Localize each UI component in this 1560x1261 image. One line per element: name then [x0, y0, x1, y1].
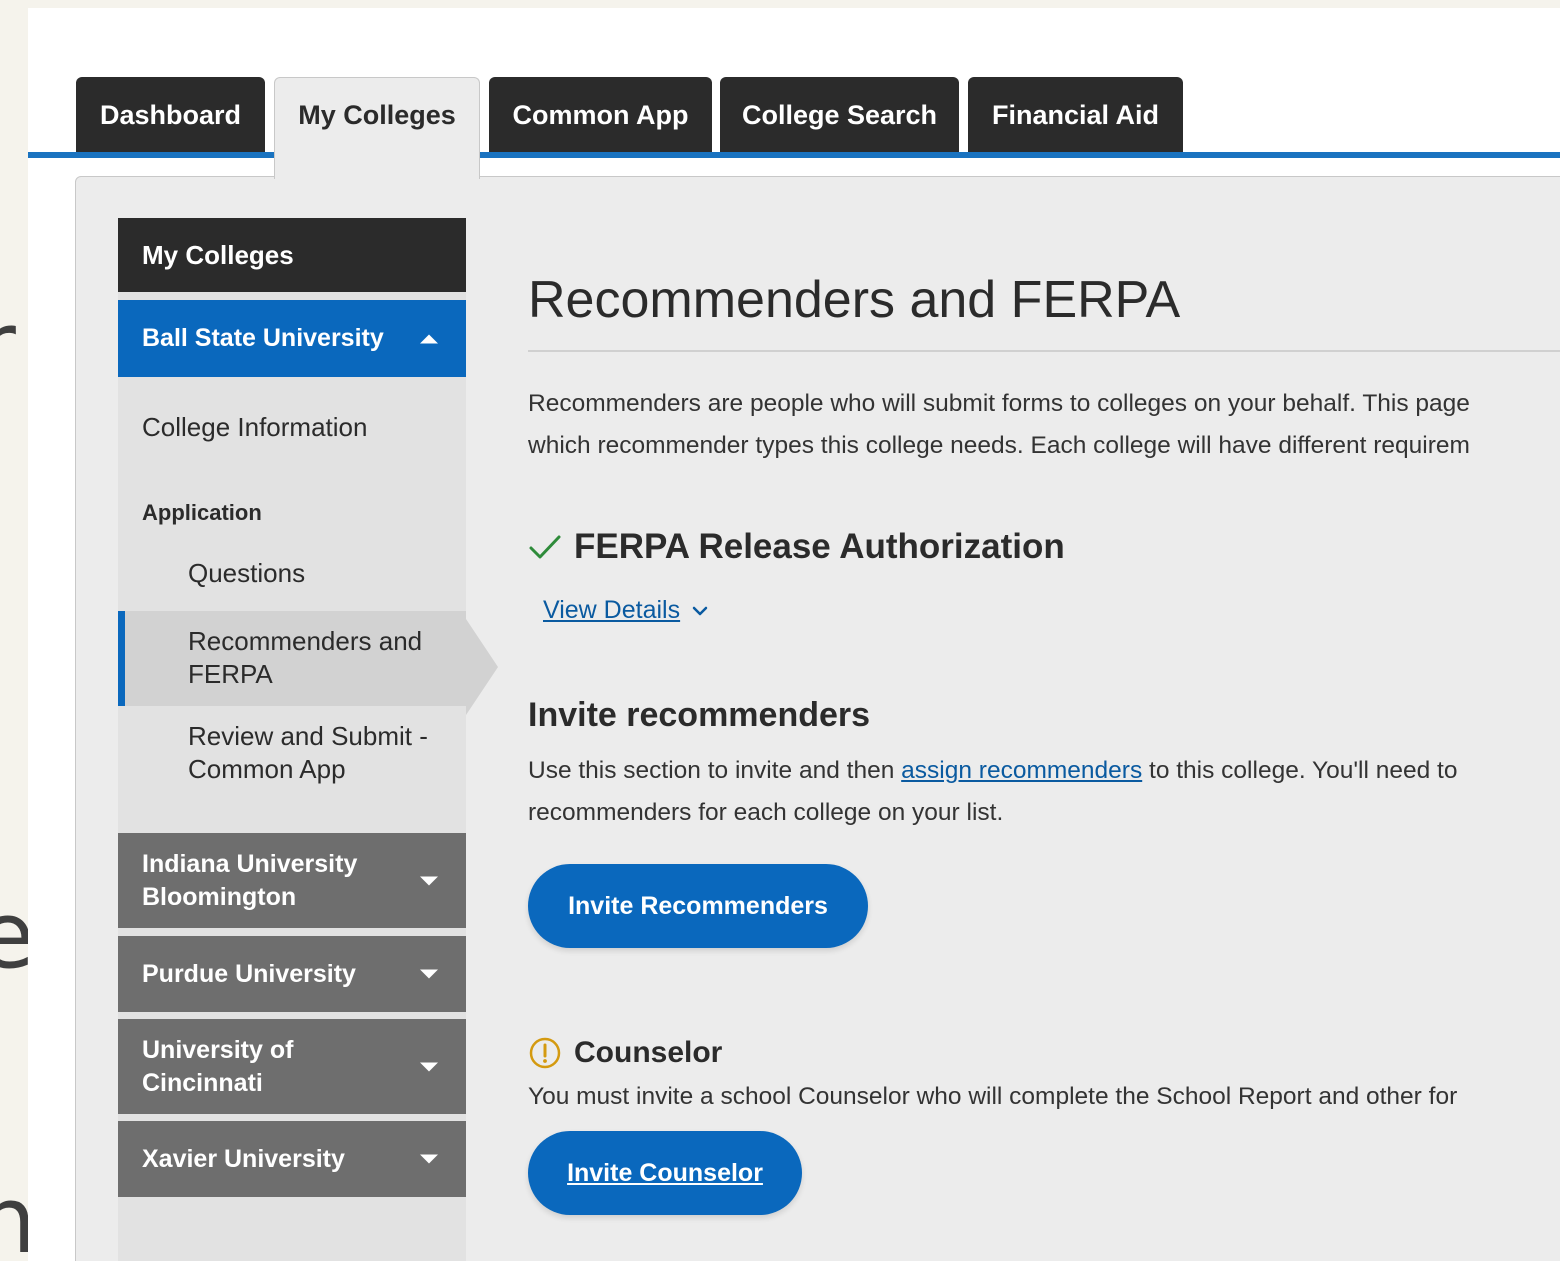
sidebar-college-indiana[interactable]: Indiana University Bloomington — [118, 833, 466, 928]
ferpa-title: FERPA Release Authorization — [574, 527, 1065, 566]
invite-text: to this college. You'll need to — [1142, 757, 1458, 784]
button-label: Invite Counselor — [567, 1158, 763, 1187]
invite-description: Use this section to invite and then assi… — [528, 750, 1457, 834]
sidebar-college-ball-state[interactable]: Ball State University — [118, 300, 466, 377]
app-window: Dashboard My Colleges Common App College… — [28, 8, 1560, 1261]
edge-glyph: e — [0, 890, 28, 982]
counselor-heading: Counselor — [528, 1033, 722, 1073]
invite-recommenders-heading: Invite recommenders — [528, 696, 871, 734]
background-edge: r e n — [0, 0, 28, 1261]
tab-label: Common App — [512, 99, 689, 130]
college-name: Xavier University — [142, 1144, 345, 1173]
sidebar-college-cincinnati[interactable]: University of Cincinnati — [118, 1019, 466, 1114]
sidebar-college-purdue[interactable]: Purdue University — [118, 936, 466, 1012]
top-tab-bar: Dashboard My Colleges Common App College… — [28, 8, 1560, 179]
sidebar-header: My Colleges — [118, 218, 466, 292]
college-name: Ball State University — [142, 324, 384, 352]
view-details-label: View Details — [543, 596, 681, 624]
checkmark-icon — [529, 535, 561, 559]
tab-label: Financial Aid — [991, 99, 1160, 130]
sidebar-item-college-information[interactable]: College Information — [118, 411, 466, 444]
invite-counselor-button[interactable]: Invite Counselor — [528, 1131, 802, 1215]
assign-recommenders-link[interactable]: assign recommenders — [901, 757, 1142, 784]
sidebar-college-xavier[interactable]: Xavier University — [118, 1121, 466, 1197]
title-divider — [528, 350, 1560, 352]
invite-text: Use this section to invite and then — [528, 757, 902, 784]
chevron-down-icon — [692, 606, 708, 615]
ferpa-heading: FERPA Release Authorization — [528, 523, 1065, 571]
caret-down-icon — [420, 969, 438, 979]
warning-icon — [529, 1037, 561, 1069]
sidebar-item-review-submit[interactable]: Review and Submit - Common App — [118, 720, 466, 786]
intro-line: Recommenders are people who will submit … — [528, 390, 1470, 417]
invite-line-2: recommenders for each college on your li… — [528, 799, 1004, 826]
edge-glyph: r — [0, 300, 16, 392]
tab-label: Dashboard — [99, 99, 242, 130]
sidebar-section-application: Application — [142, 500, 262, 525]
caret-up-icon — [420, 334, 438, 343]
caret-down-icon — [420, 1154, 438, 1164]
tab-my-colleges[interactable]: My Colleges — [274, 77, 480, 179]
caret-down-icon — [420, 876, 438, 885]
counselor-description: You must invite a school Counselor who w… — [528, 1083, 1458, 1110]
edge-glyph: n — [0, 1175, 28, 1261]
intro-line: which recommender types this college nee… — [528, 432, 1470, 459]
sidebar-item-recommenders-ferpa[interactable]: Recommenders and FERPA — [118, 611, 466, 706]
page-title: Recommenders and FERPA — [528, 271, 1181, 329]
sidebar-item-questions[interactable]: Questions — [118, 557, 466, 590]
college-name: University of Cincinnati — [142, 1035, 294, 1097]
button-label: Invite Recommenders — [568, 891, 828, 920]
tab-common-app[interactable]: Common App — [489, 77, 712, 153]
tab-bar-underline — [28, 152, 1560, 158]
tab-dashboard[interactable]: Dashboard — [76, 77, 265, 153]
tab-college-search[interactable]: College Search — [720, 77, 959, 153]
view-details-link[interactable]: View Details — [543, 596, 708, 625]
college-name: Purdue University — [142, 959, 356, 988]
college-name: Indiana University Bloomington — [142, 849, 358, 911]
intro-text: Recommenders are people who will submit … — [528, 383, 1560, 467]
tab-label: College Search — [741, 99, 938, 130]
sidebar: My Colleges Ball State University Colleg… — [118, 218, 466, 1261]
invite-recommenders-button[interactable]: Invite Recommenders — [528, 864, 868, 948]
caret-down-icon — [420, 1062, 438, 1071]
invite-line-1: Use this section to invite and then assi… — [528, 750, 1457, 792]
counselor-title: Counselor — [574, 1036, 723, 1069]
tab-label: My Colleges — [298, 100, 456, 130]
tab-financial-aid[interactable]: Financial Aid — [968, 77, 1183, 153]
active-item-pointer — [466, 619, 498, 715]
